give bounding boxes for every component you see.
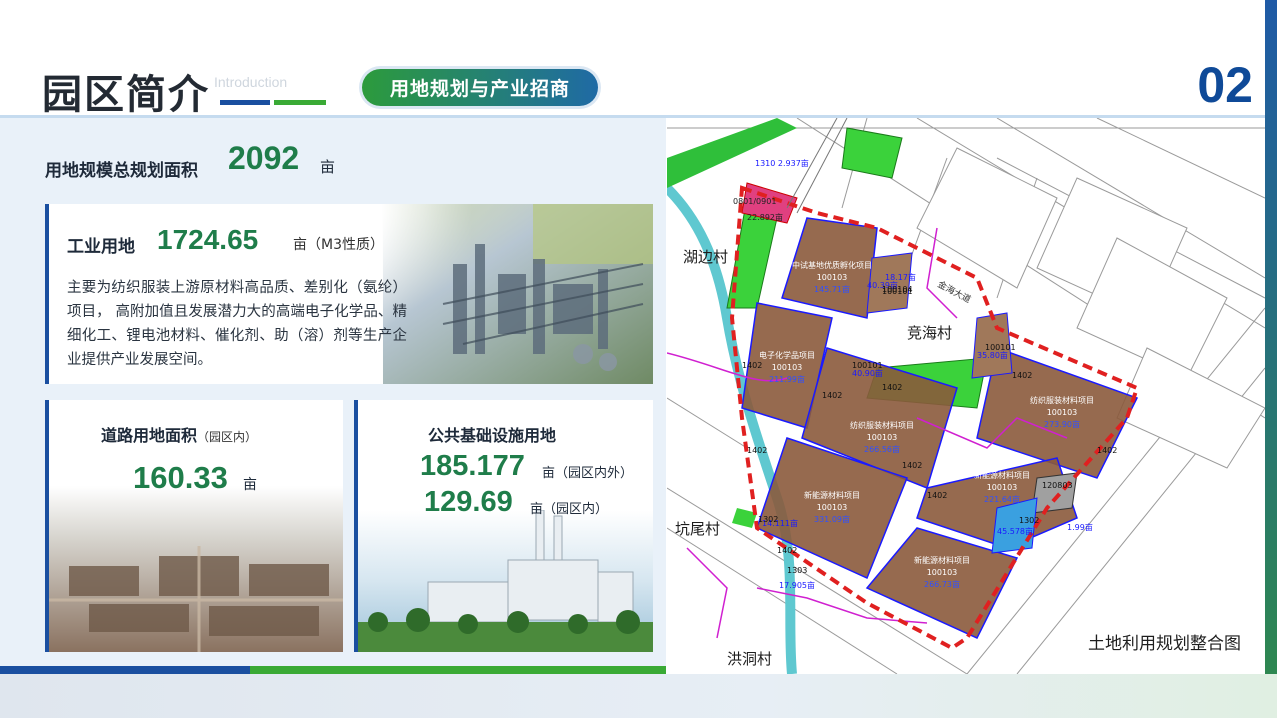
road-land-label: 道路用地面积（园区内）: [101, 426, 258, 445]
svg-text:纺织服装材料项目: 纺织服装材料项目: [1030, 395, 1094, 405]
svg-text:120803: 120803: [1042, 481, 1073, 490]
svg-text:1402: 1402: [777, 546, 797, 555]
svg-text:1302: 1302: [758, 515, 778, 524]
footer-bar-green: [250, 666, 666, 674]
public-infrastructure-unit-inside: 亩（园区内）: [530, 502, 609, 517]
public-infrastructure-unit-total: 亩（园区内外）: [542, 466, 634, 481]
svg-text:331.09亩: 331.09亩: [814, 514, 850, 524]
svg-text:100103: 100103: [817, 273, 848, 282]
svg-text:1402: 1402: [1012, 371, 1032, 380]
section-pill: 用地规划与产业招商: [362, 69, 598, 106]
svg-text:100103: 100103: [817, 503, 848, 512]
total-area-label: 用地规模总规划面积: [45, 161, 198, 181]
industrial-land-value: 1724.65: [157, 224, 259, 255]
right-edge-bar: [1265, 0, 1277, 718]
svg-text:纺织服装材料项目: 纺织服装材料项目: [850, 420, 914, 430]
total-area-value: 2092: [228, 140, 300, 176]
svg-text:中试基地优质孵化项目: 中试基地优质孵化项目: [792, 260, 872, 270]
svg-text:45.578亩: 45.578亩: [997, 526, 1033, 536]
village-label: 洪洞村: [727, 650, 773, 668]
svg-text:1402: 1402: [927, 491, 947, 500]
svg-text:1402: 1402: [747, 446, 767, 455]
industrial-plant-image: [383, 204, 653, 384]
svg-text:100103: 100103: [867, 433, 898, 442]
land-use-map: 中试基地优质孵化项目 100103 145.71亩 电子化学品项目 100103…: [667, 118, 1265, 674]
svg-text:266.56亩: 266.56亩: [864, 444, 900, 454]
total-area-unit: 亩: [320, 158, 336, 176]
road-land-value: 160.33: [133, 460, 228, 495]
svg-text:100103: 100103: [987, 483, 1018, 492]
svg-text:1302: 1302: [1019, 516, 1039, 525]
public-infrastructure-value-inside: 129.69: [424, 486, 513, 518]
svg-text:新能源材料项目: 新能源材料项目: [804, 490, 860, 500]
page-subtitle-en: Introduction: [214, 74, 288, 90]
svg-text:1402: 1402: [1097, 446, 1117, 455]
map-caption: 土地利用规划整合图: [1088, 634, 1241, 654]
svg-text:221.64亩: 221.64亩: [984, 494, 1020, 504]
industrial-land-label: 工业用地: [67, 237, 135, 257]
road-land-card: 道路用地面积（园区内） 160.33 亩: [45, 400, 343, 652]
svg-text:100101: 100101: [852, 361, 883, 370]
footer-band: [0, 674, 1277, 718]
svg-text:1303: 1303: [787, 566, 807, 575]
svg-text:273.90亩: 273.90亩: [1044, 419, 1080, 429]
industrial-land-card: 工业用地 1724.65 亩（M3性质） 主要为纺织服装上游原材料高品质、差别化…: [45, 204, 653, 384]
title-underline-blue: [220, 100, 270, 105]
page-number: 02: [1197, 57, 1253, 113]
road-land-unit: 亩: [243, 477, 257, 493]
svg-text:新能源材料项目: 新能源材料项目: [974, 470, 1030, 480]
industrial-land-unit: 亩（M3性质）: [293, 237, 384, 253]
svg-text:211.99亩: 211.99亩: [769, 374, 805, 384]
svg-text:1402: 1402: [822, 391, 842, 400]
svg-text:1402: 1402: [882, 383, 902, 392]
svg-text:1310 2.937亩: 1310 2.937亩: [755, 158, 809, 168]
road-construction-image: [49, 486, 343, 652]
svg-text:145.71亩: 145.71亩: [814, 284, 850, 294]
industrial-land-description: 主要为纺织服装上游原材料高品质、差别化（氨纶）项目， 高附加值且发展潜力大的高端…: [67, 280, 407, 368]
svg-text:新能源材料项目: 新能源材料项目: [914, 555, 970, 565]
village-label: 坑尾村: [675, 520, 721, 538]
power-plant-image: [358, 510, 653, 652]
svg-text:17.905亩: 17.905亩: [779, 580, 815, 590]
svg-text:100104: 100104: [882, 285, 913, 294]
svg-text:1402: 1402: [902, 461, 922, 470]
public-infrastructure-card: 公共基础设施用地 185.177 亩（园区内外） 129.69 亩（园区内）: [354, 400, 653, 652]
svg-text:1402: 1402: [742, 361, 762, 370]
public-infrastructure-value-total: 185.177: [420, 450, 525, 482]
svg-text:22.892亩: 22.892亩: [747, 212, 783, 222]
public-infrastructure-label: 公共基础设施用地: [428, 426, 557, 445]
title-underline-green: [274, 100, 326, 105]
footer-bar-blue: [0, 666, 250, 674]
svg-text:100103: 100103: [927, 568, 958, 577]
svg-text:100103: 100103: [1047, 408, 1078, 417]
land-use-map-drawing: 中试基地优质孵化项目 100103 145.71亩 电子化学品项目 100103…: [667, 118, 1265, 674]
svg-text:1.99亩: 1.99亩: [1067, 522, 1093, 532]
village-label: 竞海村: [907, 324, 953, 342]
svg-text:18.17亩: 18.17亩: [885, 272, 916, 282]
svg-text:100103: 100103: [772, 363, 803, 372]
svg-text:100101: 100101: [985, 343, 1016, 352]
svg-text:0801/0901: 0801/0901: [733, 197, 776, 206]
page-title: 园区简介: [42, 72, 210, 118]
svg-text:266.73亩: 266.73亩: [924, 579, 960, 589]
svg-text:电子化学品项目: 电子化学品项目: [759, 350, 815, 360]
village-label: 湖边村: [683, 248, 729, 266]
